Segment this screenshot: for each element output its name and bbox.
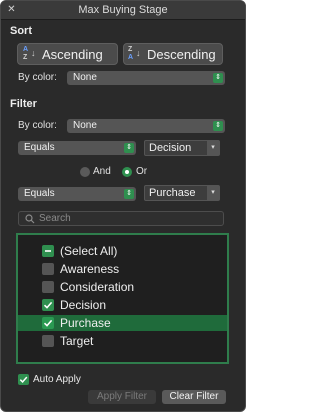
consideration-checkbox[interactable] — [42, 281, 54, 293]
auto-apply-label: Auto Apply — [33, 374, 81, 385]
awareness-checkbox[interactable] — [42, 263, 54, 275]
and-label: And — [93, 166, 111, 177]
descending-label: Descending — [147, 47, 216, 62]
list-item-consideration[interactable]: Consideration — [18, 279, 227, 295]
condition1-operator-value: Equals — [24, 142, 55, 153]
search-icon — [25, 214, 35, 224]
window-title: Max Buying Stage — [78, 4, 168, 16]
condition1-operator-select[interactable]: Equals ⇕ — [18, 141, 136, 155]
or-radio[interactable] — [122, 167, 132, 177]
sort-ascending-icon: A Z ↓ — [23, 46, 36, 61]
sort-by-color-value: None — [73, 72, 97, 83]
condition2-value: Purchase — [149, 187, 196, 199]
filter-by-color-label: By color: — [18, 120, 57, 131]
ascending-button[interactable]: A Z ↓ Ascending — [17, 43, 118, 65]
dropdown-arrow-icon[interactable]: ▾ — [207, 186, 219, 200]
filter-heading: Filter — [10, 98, 37, 110]
list-item-label: Target — [60, 334, 94, 348]
list-item-label: Decision — [60, 298, 107, 312]
sort-by-color-label: By color: — [18, 72, 57, 83]
sort-by-color-select[interactable]: None ⇕ — [67, 71, 225, 85]
list-item-label: (Select All) — [60, 244, 118, 258]
condition2-operator-select[interactable]: Equals ⇕ — [18, 187, 136, 201]
stepper-icon: ⇕ — [124, 189, 134, 199]
stepper-icon: ⇕ — [213, 121, 223, 131]
condition2-operator-value: Equals — [24, 188, 55, 199]
ascending-label: Ascending — [42, 47, 103, 62]
stepper-icon: ⇕ — [124, 143, 134, 153]
auto-apply-checkbox[interactable] — [18, 374, 29, 385]
list-item-target[interactable]: Target — [18, 333, 227, 349]
clear-filter-button[interactable]: Clear Filter — [162, 390, 226, 404]
list-item-label: Consideration — [60, 280, 135, 294]
filter-by-color-value: None — [73, 120, 97, 131]
descending-button[interactable]: Z A ↓ Descending — [123, 43, 223, 65]
condition2-value-field[interactable]: Purchase ▾ — [144, 185, 220, 201]
purchase-checkbox[interactable] — [42, 317, 54, 329]
stepper-icon: ⇕ — [213, 73, 223, 83]
target-checkbox[interactable] — [42, 335, 54, 347]
list-item-select-all[interactable]: (Select All) — [18, 243, 227, 259]
list-item-label: Awareness — [60, 262, 120, 276]
dropdown-arrow-icon[interactable]: ▾ — [207, 141, 219, 155]
filter-by-color-select[interactable]: None ⇕ — [67, 119, 225, 133]
list-item-awareness[interactable]: Awareness — [18, 261, 227, 277]
search-placeholder: Search — [39, 213, 71, 224]
search-input[interactable]: Search — [18, 211, 224, 226]
or-label: Or — [136, 166, 148, 177]
select-all-checkbox[interactable] — [42, 245, 54, 257]
filter-value-list: (Select All) Awareness Consideration Dec… — [16, 233, 229, 364]
list-item-purchase[interactable]: Purchase — [18, 315, 227, 331]
filter-panel: ✕ Max Buying Stage Sort A Z ↓ Ascending ZA… — [0, 0, 246, 412]
apply-filter-button[interactable]: Apply Filter — [88, 390, 156, 404]
condition1-value-field[interactable]: Decision ▾ — [144, 140, 220, 156]
decision-checkbox[interactable] — [42, 299, 54, 311]
list-item-label: Purchase — [60, 316, 111, 330]
list-item-decision[interactable]: Decision — [18, 297, 227, 313]
sort-descending-icon: Z A ↓ — [128, 46, 141, 61]
condition1-value: Decision — [149, 142, 192, 154]
sort-heading: Sort — [10, 25, 32, 37]
title-bar: ✕ Max Buying Stage — [1, 1, 245, 20]
and-radio[interactable] — [80, 167, 90, 177]
